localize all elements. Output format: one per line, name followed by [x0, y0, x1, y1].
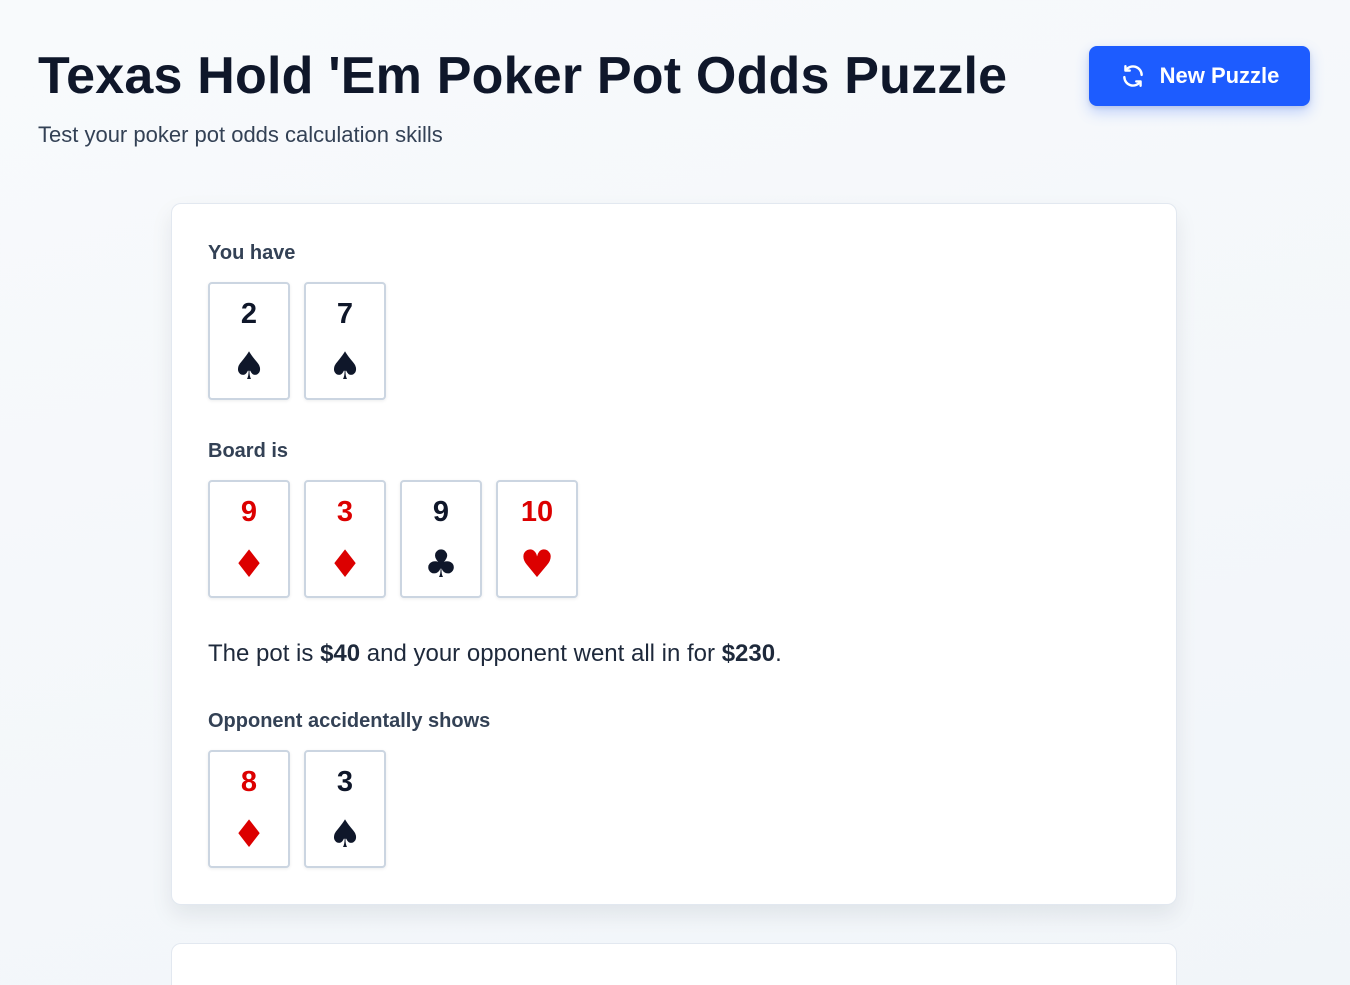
allin-amount: $230 [721, 640, 776, 667]
hand-cards: 2 ♠ 7 ♠ [208, 282, 386, 400]
heart-icon: ♥ [519, 542, 555, 586]
page-subtitle: Test your poker pot odds calculation ski… [38, 122, 443, 147]
board-cards: 9 ♦ 3 ♦ 9 ♣ 10 ♥ [208, 480, 578, 598]
playing-card: 2 ♠ [208, 282, 290, 400]
card-rank: 9 [432, 496, 450, 528]
playing-card: 7 ♠ [304, 282, 386, 400]
refresh-icon [1120, 63, 1146, 89]
card-rank: 7 [336, 298, 354, 330]
pot-prefix: The pot is [208, 640, 321, 667]
puzzle-card: You have 2 ♠ 7 ♠ Board is 9 ♦ 3 ♦ 9 ♣ 10… [171, 203, 1177, 905]
card-rank: 2 [240, 298, 258, 330]
card-rank: 3 [336, 496, 354, 528]
new-puzzle-label: New Puzzle [1159, 63, 1280, 88]
pot-middle: and your opponent went all in for [360, 640, 722, 667]
diamond-icon: ♦ [231, 812, 267, 856]
card-rank: 10 [520, 496, 554, 528]
card-rank: 3 [336, 766, 354, 798]
hand-label: You have [208, 242, 296, 264]
playing-card: 9 ♣ [400, 480, 482, 598]
pot-amount: $40 [320, 640, 361, 667]
spade-icon: ♠ [231, 344, 267, 388]
card-rank: 9 [240, 496, 258, 528]
answer-card [171, 943, 1177, 985]
board-label: Board is [208, 440, 289, 462]
opponent-cards: 8 ♦ 3 ♠ [208, 750, 386, 868]
spade-icon: ♠ [327, 344, 363, 388]
pot-suffix: . [775, 640, 782, 667]
playing-card: 10 ♥ [496, 480, 578, 598]
diamond-icon: ♦ [327, 542, 363, 586]
card-rank: 8 [240, 766, 258, 798]
playing-card: 9 ♦ [208, 480, 290, 598]
playing-card: 3 ♠ [304, 750, 386, 868]
club-icon: ♣ [423, 542, 459, 586]
playing-card: 3 ♦ [304, 480, 386, 598]
page-title: Texas Hold 'Em Poker Pot Odds Puzzle [38, 47, 1008, 105]
new-puzzle-button[interactable]: New Puzzle [1089, 46, 1310, 106]
page-header: Texas Hold 'Em Poker Pot Odds Puzzle Tes… [38, 40, 1007, 148]
diamond-icon: ♦ [231, 542, 267, 586]
opponent-label: Opponent accidentally shows [208, 710, 491, 732]
spade-icon: ♠ [327, 812, 363, 856]
playing-card: 8 ♦ [208, 750, 290, 868]
pot-description: The pot is $40 and your opponent went al… [208, 640, 782, 668]
